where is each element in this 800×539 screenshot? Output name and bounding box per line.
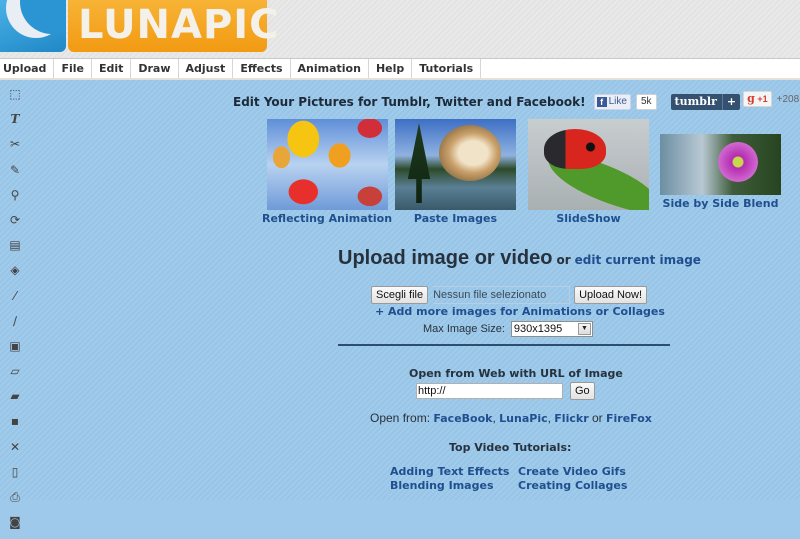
max-size-row: Max Image Size: 930x1395 ▼ [423,321,593,337]
google-plus-icon: g [747,92,755,105]
tool-sidebar: ⬚ T ✂ ✎ ⚲ ⟳ ▤ ◈ ⁄ ∕ ▣ ▱ ▰ ▪ ✕ ▯ ⎙ ◙ [4,86,26,539]
select-icon[interactable]: ⬚ [7,86,23,102]
open-from-flickr-link[interactable]: Flickr [554,412,588,425]
google-plus-button[interactable]: g +1 [743,91,772,107]
url-input[interactable] [416,383,563,399]
header: LUNAPIC [0,0,800,58]
menu-edit[interactable]: Edit [92,59,132,78]
upload-title: Upload image or video [338,247,553,269]
open-from-facebook-link[interactable]: FaceBook [433,412,492,425]
feature-caption[interactable]: Reflecting Animation [262,212,392,225]
menu-file[interactable]: File [54,59,92,78]
google-plus-label: +1 [757,94,768,104]
cheetah-thumbnail[interactable] [395,119,516,210]
url-row: Go [416,382,595,400]
open-from-or: or [591,411,603,425]
gradient-icon[interactable]: ▤ [7,237,23,253]
menu-effects[interactable]: Effects [233,59,291,78]
ladybug-shape [544,129,606,169]
file-status: Nessun file selezionato [433,286,571,304]
open-from-row: Open from: FaceBook, LunaPic, Flickr or … [370,411,652,425]
ladybug-thumbnail[interactable] [528,119,649,210]
scissors-icon[interactable]: ✂ [7,136,23,152]
feature-caption[interactable]: Side by Side Blend [660,197,781,210]
facebook-like-count: 5k [635,94,657,110]
go-button[interactable]: Go [570,382,595,400]
max-size-select[interactable]: 930x1395 ▼ [510,321,593,337]
facebook-like-label: Like [608,96,627,107]
menu-tutorials[interactable]: Tutorials [412,59,482,78]
menu-adjust[interactable]: Adjust [179,59,234,78]
layers-icon[interactable]: ▣ [7,338,23,354]
camera-icon[interactable]: ◙ [7,514,23,530]
menu-draw[interactable]: Draw [131,59,179,78]
facebook-like-button[interactable]: f Like [593,94,631,110]
close-icon[interactable]: ✕ [7,439,23,455]
feature-caption[interactable]: Paste Images [395,212,516,225]
tagline: Edit Your Pictures for Tumblr, Twitter a… [233,95,586,109]
tutorials-title: Top Video Tutorials: [449,441,572,454]
eyedropper-icon[interactable]: ⁄ [7,288,23,304]
max-size-label: Max Image Size: [423,323,505,335]
upload-now-button[interactable]: Upload Now! [574,286,648,304]
rotate-icon[interactable]: ⟳ [7,212,23,228]
balloons-thumbnail[interactable] [266,119,388,210]
open-from-firefox-link[interactable]: FireFox [606,412,652,425]
max-size-value: 930x1395 [513,323,563,335]
flower-thumbnail[interactable] [660,134,781,195]
tutorial-link[interactable]: Adding Text Effects [390,465,518,478]
plus-icon: + [721,94,736,110]
chevron-down-icon[interactable]: ▼ [577,323,591,335]
open-from-label: Open from: [370,411,431,425]
tumblr-share-button[interactable]: tumblr + [670,94,741,110]
eraser-icon[interactable]: ▱ [7,363,23,379]
brush-icon[interactable]: ∕ [7,313,23,329]
feature-gallery: Reflecting Animation Paste Images SlideS… [260,118,800,228]
upload-or-text: or [556,253,571,267]
document-icon[interactable]: ▯ [7,464,23,480]
open-from-lunapic-link[interactable]: LunaPic [499,412,547,425]
feature-paste-images[interactable]: Paste Images [395,119,516,225]
tutorial-link[interactable]: Creating Collages [518,479,646,492]
menu-animation[interactable]: Animation [291,59,369,78]
section-divider [338,344,670,346]
print-icon[interactable]: ⎙ [7,489,23,505]
separator: , [492,411,496,425]
url-section-title: Open from Web with URL of Image [409,367,623,380]
tutorial-link[interactable]: Create Video Gifs [518,465,646,478]
tumblr-label: tumblr [674,95,717,108]
text-icon[interactable]: T [7,111,23,127]
main-content: ⬚ T ✂ ✎ ⚲ ⟳ ▤ ◈ ⁄ ∕ ▣ ▱ ▰ ▪ ✕ ▯ ⎙ ◙ Edit… [0,80,800,529]
upload-heading: Upload image or video or edit current im… [338,247,701,270]
logo-moon-icon[interactable] [0,0,66,52]
pencil-icon[interactable]: ✎ [7,162,23,178]
google-plus-count: +208 [776,93,800,105]
choose-file-button[interactable]: Scegli file [371,286,429,304]
cheetah-oval [439,125,501,181]
add-more-images-link[interactable]: + Add more images for Animations or Coll… [375,305,665,318]
feature-reflecting-animation[interactable]: Reflecting Animation [262,119,392,225]
feature-side-by-side-blend[interactable]: Side by Side Blend [660,134,781,210]
tutorials-list: Adding Text Effects Create Video Gifs Bl… [390,465,646,492]
paint-bucket-icon[interactable]: ◈ [7,262,23,278]
feature-caption[interactable]: SlideShow [528,212,649,225]
flower-bloom [718,142,758,182]
menu-upload[interactable]: Upload [0,59,55,78]
edit-current-image-link[interactable]: edit current image [575,253,701,267]
open-folder-icon[interactable]: ▰ [7,388,23,404]
save-icon[interactable]: ▪ [7,413,23,429]
tagline-row: Edit Your Pictures for Tumblr, Twitter a… [233,91,800,110]
menu-help[interactable]: Help [369,59,413,78]
logo-text[interactable]: LUNAPIC [78,2,280,48]
file-upload-row: Scegli file Nessun file selezionato Uplo… [371,286,648,304]
feature-slideshow[interactable]: SlideShow [528,119,649,225]
tree-shape [407,123,431,203]
zoom-icon[interactable]: ⚲ [7,187,23,203]
menu-bar: Upload File Edit Draw Adjust Effects Ani… [0,58,800,81]
facebook-icon: f [596,97,607,107]
separator: , [547,411,551,425]
tutorial-link[interactable]: Blending Images [390,479,518,492]
